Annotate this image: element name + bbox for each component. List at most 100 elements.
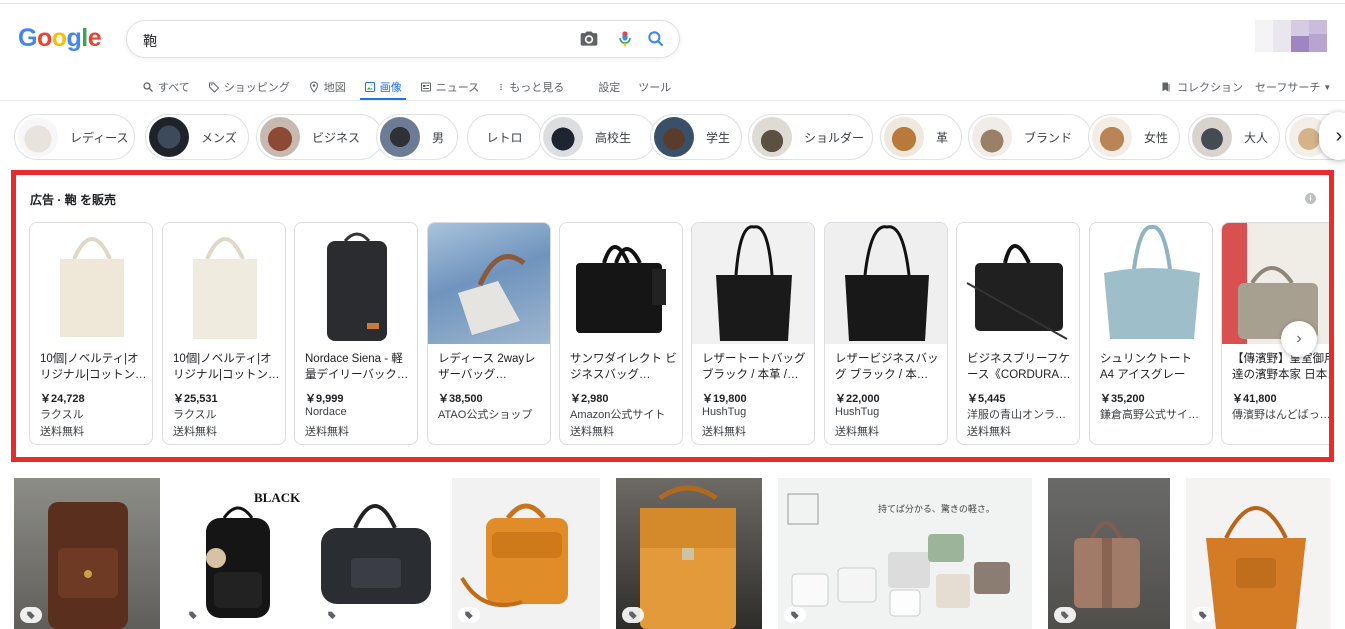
tab-label: 地図 — [323, 82, 346, 94]
product-image — [1222, 223, 1329, 344]
product-title: レザートートバッグ ブラック / 本革 /… — [702, 353, 806, 381]
product-price: ￥2,980 — [570, 393, 609, 405]
product-card[interactable]: レザービジネスバッグ ブラック / 本… ￥22,000 HushTug 送料無… — [824, 222, 948, 445]
chip-mens[interactable]: メンズ — [145, 114, 249, 160]
tab-tools[interactable]: ツール — [638, 74, 671, 100]
product-card[interactable]: 【傳濱野】皇室御用達の濱野本家 日本… ￥41,800 傳濱野はんどばっ… — [1221, 222, 1331, 445]
search-box[interactable]: 鞄 — [126, 20, 680, 58]
product-image — [295, 223, 417, 344]
product-price: ￥35,200 — [1100, 393, 1145, 405]
caret-down-icon: ▼ — [1323, 82, 1332, 92]
product-card[interactable]: レザートートバッグ ブラック / 本革 /… ￥19,800 HushTug 送… — [691, 222, 815, 445]
chip-brand[interactable]: ブランド — [968, 114, 1092, 160]
tab-images[interactable]: 画像 — [359, 74, 406, 101]
tab-label: すべて — [158, 82, 190, 94]
chip-leather[interactable]: 革 — [880, 114, 962, 160]
chip-thumbnail — [149, 117, 189, 157]
product-card[interactable]: 10個|ノベルティ|オリジナル|コットン… ￥24,728 ラクスル 送料無料 — [29, 222, 153, 445]
tab-shopping[interactable]: ショッピング — [208, 74, 290, 100]
product-tag-icon — [1054, 607, 1076, 623]
product-card[interactable]: シュリンクトート A4 アイスグレー ￥35,200 鎌倉高野公式サイ… — [1089, 222, 1213, 445]
info-icon[interactable]: i — [1305, 193, 1316, 204]
chip-label: レディース — [70, 130, 129, 145]
product-shipping: 送料無料 — [967, 426, 1011, 438]
product-seller: Nordace — [305, 406, 347, 418]
image-result[interactable] — [452, 478, 600, 629]
image-result[interactable] — [315, 478, 436, 629]
image-result[interactable] — [14, 478, 160, 629]
product-card[interactable]: サンワダイレクト ビジネスバッグ… ￥2,980 Amazon公式サイト 送料無… — [559, 222, 683, 445]
more-vert-icon — [500, 83, 502, 91]
chip-business[interactable]: ビジネス — [256, 114, 383, 160]
product-title: レザービジネスバッグ ブラック / 本… — [835, 353, 939, 381]
product-seller: 傳濱野はんどばっ… — [1232, 409, 1331, 421]
news-icon — [420, 82, 431, 92]
chip-highschool[interactable]: 高校生 — [539, 114, 656, 160]
product-image — [692, 223, 814, 344]
tab-more[interactable]: もっと見る — [497, 74, 564, 100]
product-shipping: 送料無料 — [40, 426, 84, 438]
chips-next-button[interactable]: › — [1319, 112, 1345, 160]
product-tag-icon — [1192, 607, 1214, 623]
image-result[interactable] — [616, 478, 762, 629]
chip-label: メンズ — [201, 130, 237, 145]
product-shipping: 送料無料 — [173, 426, 217, 438]
product-seller: HushTug — [835, 406, 880, 418]
tab-news[interactable]: ニュース — [420, 74, 479, 100]
chip-label: 学生 — [706, 130, 731, 145]
search-tabs: すべて ショッピング 地図 画像 ニュース もっと見る 設定 ツール — [142, 74, 689, 101]
tab-label: 画像 — [379, 82, 402, 94]
tab-maps[interactable]: 地図 — [308, 74, 346, 100]
chip-label: レトロ — [486, 130, 523, 145]
product-tag-icon — [622, 607, 644, 623]
product-image — [560, 223, 682, 344]
chip-thumbnail — [543, 117, 583, 157]
image-icon — [364, 82, 375, 92]
product-shipping: 送料無料 — [702, 426, 746, 438]
product-price: ￥41,800 — [1232, 393, 1277, 405]
image-result[interactable] — [1186, 478, 1331, 629]
safesearch-menu[interactable]: セーフサーチ ▼ — [1255, 79, 1331, 95]
search-input[interactable]: 鞄 — [143, 31, 157, 51]
ads-next-button[interactable]: › — [1281, 321, 1317, 357]
microphone-icon[interactable] — [615, 29, 635, 49]
collections-link[interactable]: コレクション — [1160, 79, 1243, 95]
chip-label: 革 — [936, 130, 949, 145]
chip-adult[interactable]: 大人 — [1188, 114, 1280, 160]
camera-icon[interactable] — [579, 29, 599, 49]
chip-men[interactable]: 男 — [376, 114, 458, 160]
chip-label: 男 — [432, 130, 445, 145]
tab-settings[interactable]: 設定 — [598, 74, 620, 100]
chip-label: 大人 — [1244, 130, 1269, 145]
product-card[interactable]: Nordace Siena - 軽量デイリーバック… ￥9,999 Nordac… — [294, 222, 418, 445]
product-image — [163, 223, 285, 344]
product-tag-icon — [20, 607, 42, 623]
product-tag-icon — [784, 607, 806, 623]
right-tools: コレクション セーフサーチ ▼ — [1160, 74, 1343, 100]
product-card[interactable]: レディース 2wayレザーバッグ… ￥38,500 ATAO公式ショップ — [427, 222, 551, 445]
chip-label: ショルダー — [804, 130, 865, 145]
product-title: Nordace Siena - 軽量デイリーバック… — [305, 353, 409, 381]
product-card[interactable]: 10個|ノベルティ|オリジナル|コットン… ￥25,531 ラクスル 送料無料 — [162, 222, 286, 445]
chevron-right-icon: › — [1335, 124, 1343, 147]
chip-women[interactable]: 女性 — [1088, 114, 1180, 160]
chip-shoulder[interactable]: ショルダー — [748, 114, 873, 160]
google-logo[interactable]: Google — [18, 24, 102, 53]
chip-student[interactable]: 学生 — [650, 114, 742, 160]
tab-label: ショッピング — [223, 82, 290, 94]
chip-ladies[interactable]: レディース — [14, 114, 135, 160]
product-shipping: 送料無料 — [570, 426, 614, 438]
account-avatar[interactable] — [1255, 20, 1327, 52]
product-title: 10個|ノベルティ|オリジナル|コットン… — [173, 353, 280, 381]
product-card[interactable]: ビジネスブリーフケース《CORDURA… ￥5,445 洋服の青山オンラ… 送料… — [956, 222, 1080, 445]
tab-all[interactable]: すべて — [142, 74, 190, 100]
image-result[interactable]: 持てば分かる、驚きの軽さ。 — [778, 478, 1032, 629]
tab-label: ツール — [638, 82, 672, 94]
search-icon[interactable] — [646, 29, 666, 49]
image-result[interactable] — [1048, 478, 1170, 629]
product-price: ￥38,500 — [438, 393, 483, 405]
ads-header: 広告 · 鞄 を販売 — [30, 193, 116, 207]
chip-retro[interactable]: レトロ — [467, 114, 542, 160]
image-result[interactable]: BLACK — [176, 478, 300, 629]
map-pin-icon — [309, 81, 318, 93]
